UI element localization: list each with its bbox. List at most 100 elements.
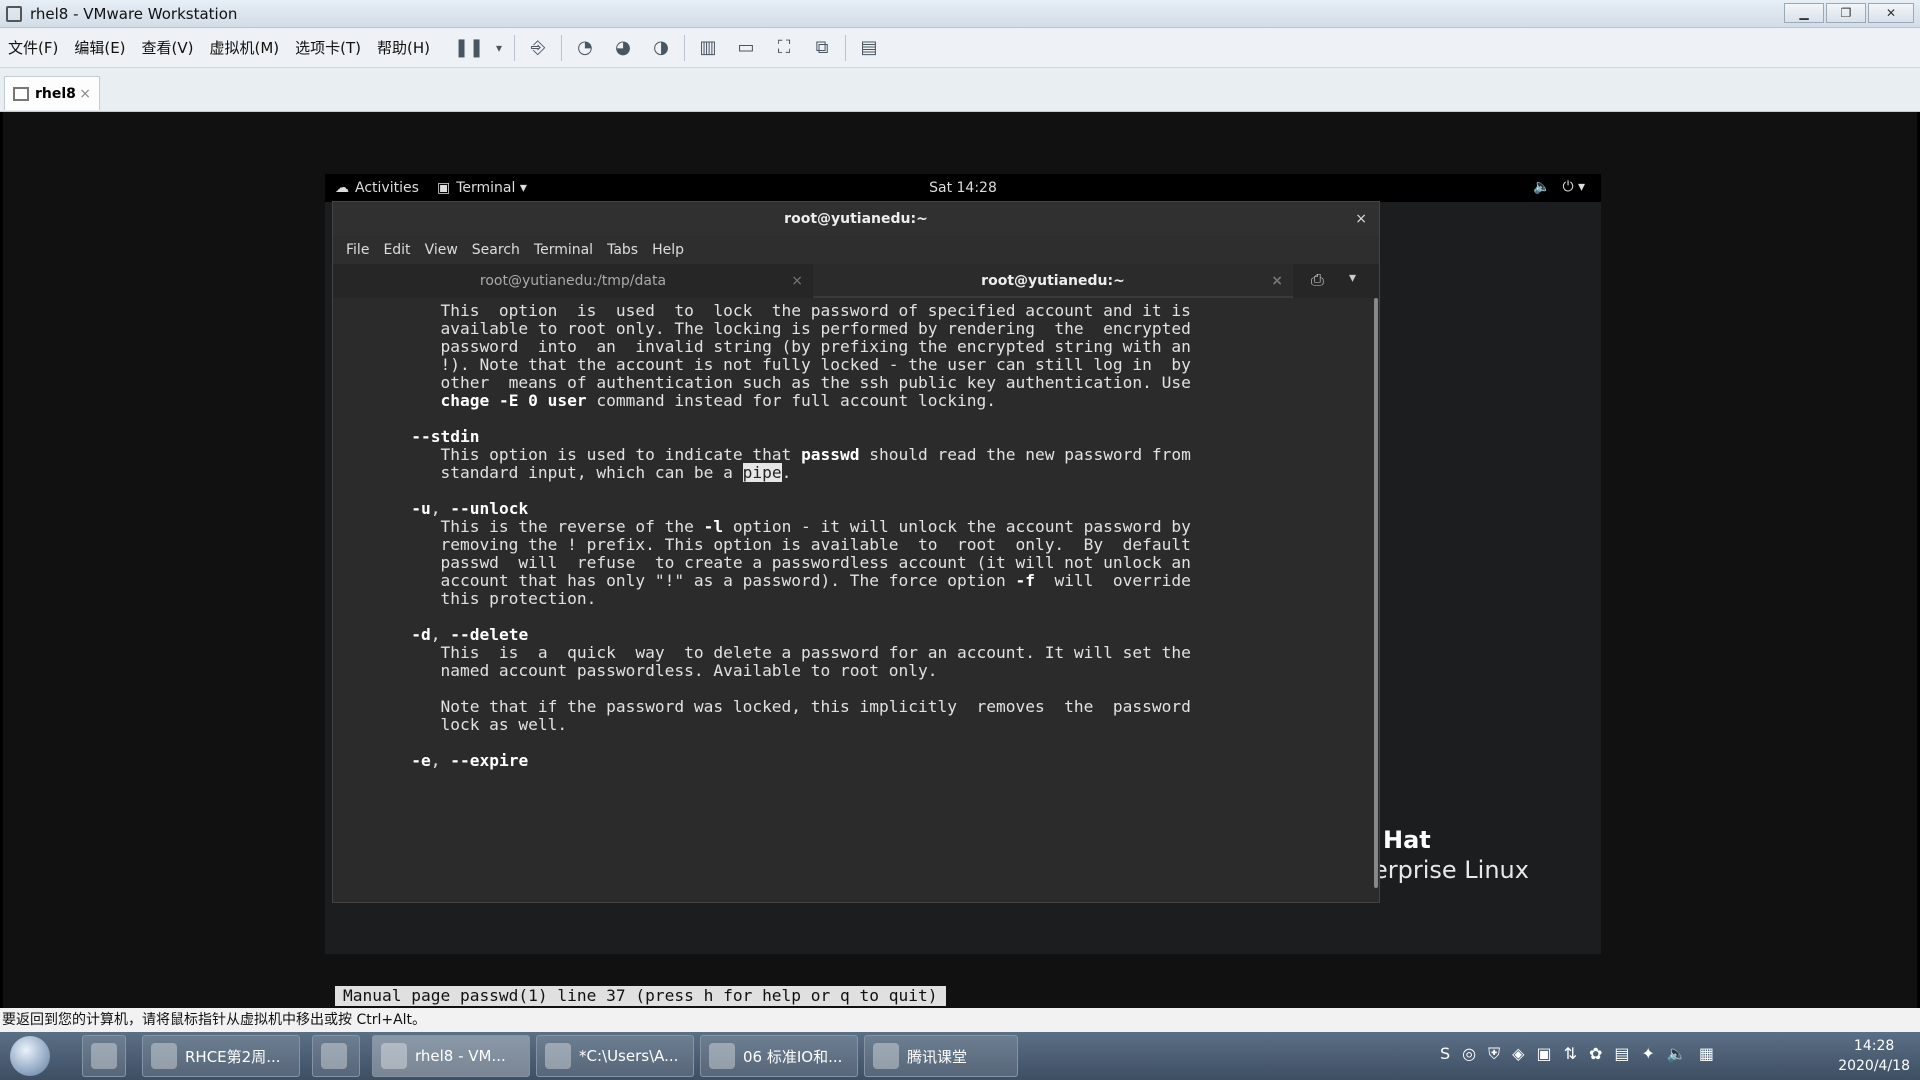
terminal-menu-tabs[interactable]: Tabs (600, 242, 645, 258)
menu-tabs[interactable]: 选项卡(T) (287, 37, 369, 58)
terminal-line: This is a quick way to delete a password… (343, 643, 1191, 662)
bluetooth-icon[interactable]: ✦ (1642, 1044, 1655, 1064)
menu-vm[interactable]: 虚拟机(M) (202, 37, 288, 58)
terminal-text: will override (1034, 571, 1191, 590)
terminal-tab-close-icon[interactable]: × (1271, 264, 1283, 298)
vm-tab-rhel8[interactable]: rhel8 × (4, 76, 100, 110)
scrollbar-thumb[interactable] (1374, 298, 1378, 888)
terminal-window: root@yutianedu:~ × File Edit View Search… (333, 202, 1379, 1006)
terminal-menu-edit[interactable]: Edit (376, 242, 417, 258)
redhat-logo-text: Hat (1383, 826, 1431, 854)
tray-app-icon[interactable]: ✿ (1589, 1044, 1602, 1064)
search-highlight: pipe (742, 463, 782, 482)
terminal-menu-view[interactable]: View (418, 242, 465, 258)
terminal-text: Note that if the password was locked, th… (343, 697, 1191, 716)
snapshot-icon[interactable]: ◔ (570, 35, 600, 61)
chat-icon (91, 1043, 117, 1069)
terminal-line: lock as well. (343, 716, 567, 734)
terminal-text: -u (411, 499, 431, 518)
network-icon[interactable]: ⇅ (1564, 1044, 1577, 1064)
console-view-icon[interactable]: ▤ (854, 35, 884, 61)
terminal-text: -d (411, 625, 431, 644)
gnome-clock[interactable]: Sat 14:28 (325, 180, 1601, 196)
taskbar-time: 14:28 (1853, 1038, 1895, 1054)
terminal-menu-help[interactable]: Help (645, 242, 691, 258)
system-tray: S ◎ ⛨ ◈ ▣ ⇅ ✿ ▤ ✦ 🔈 ▦ (1440, 1044, 1714, 1064)
toolbar-separator (561, 34, 563, 61)
taskbar-pinned-chat-icon[interactable] (82, 1035, 126, 1077)
tray-app-icon[interactable]: ▤ (1614, 1044, 1629, 1064)
taskbar-button-label: rhel8 - VM... (415, 1047, 506, 1065)
taskbar-clock[interactable]: 14:28 2020/4/18 (1838, 1036, 1910, 1076)
taskbar-button-label: 06 标准IO和... (743, 1047, 843, 1066)
close-button[interactable]: ✕ (1868, 3, 1914, 23)
minimize-button[interactable]: ▁ (1784, 3, 1824, 23)
restore-button[interactable]: ❐ (1826, 3, 1866, 23)
taskbar-button-editor[interactable]: *C:\Users\A... (536, 1035, 694, 1077)
vm-tab-strip: rhel8 × (0, 68, 1920, 112)
volume-icon[interactable]: 🔈 (1667, 1044, 1687, 1064)
terminal-tab-home[interactable]: root@yutianedu:~ × (813, 264, 1293, 298)
start-orb-icon[interactable] (10, 1036, 50, 1076)
windows-taskbar: RHCE第2周... rhel8 - VM... *C:\Users\A... … (0, 1032, 1920, 1080)
terminal-text: passwd (801, 445, 860, 464)
toolbar-separator (514, 34, 516, 61)
terminal-tabbar: root@yutianedu:/tmp/data × root@yutianed… (333, 264, 1379, 298)
terminal-text: This option is used to lock the password… (343, 301, 1191, 320)
vm-tab-close-icon[interactable]: × (79, 86, 91, 102)
taskbar-button-word[interactable]: 06 标准IO和... (700, 1035, 858, 1077)
terminal-line: Note that if the password was locked, th… (343, 697, 1191, 716)
editor-icon (545, 1043, 571, 1069)
terminal-tab-label: root@yutianedu:/tmp/data (479, 273, 667, 289)
menu-view[interactable]: 查看(V) (134, 37, 202, 58)
terminal-text: This is a quick way to delete a password… (343, 643, 1191, 662)
terminal-menu-terminal[interactable]: Terminal (527, 242, 600, 258)
terminal-scrollbar[interactable] (1373, 298, 1379, 902)
taskbar-pinned-s-icon[interactable] (312, 1035, 360, 1077)
menu-edit[interactable]: 编辑(E) (66, 37, 133, 58)
terminal-line: chage -E 0 user command instead for full… (343, 392, 996, 410)
send-ctrl-alt-del-icon[interactable]: ⎆ (523, 35, 553, 61)
menu-file[interactable]: 文件(F) (0, 37, 66, 58)
thumbnail-view-icon[interactable]: ▭ (731, 35, 761, 61)
terminal-line: !). Note that the account is not fully l… (343, 356, 1190, 374)
system-menu[interactable]: 🔈 ⏻ ▾ (1533, 179, 1585, 195)
revert-snapshot-icon[interactable]: ◕ (608, 35, 638, 61)
taskbar-button-tencent-classroom[interactable]: 腾讯课堂 (864, 1035, 1018, 1077)
sogou-icon[interactable]: S (1440, 1044, 1450, 1064)
terminal-tab-close-icon[interactable]: × (791, 264, 803, 298)
terminal-tab-tmp-data[interactable]: root@yutianedu:/tmp/data × (333, 264, 813, 298)
display-icon[interactable]: ▦ (1699, 1044, 1714, 1064)
window-titlebar: rhel8 - VMware Workstation ▁ ❐ ✕ (0, 0, 1920, 28)
new-tab-icon[interactable]: ⎙ (1311, 270, 1324, 290)
taskbar-button-rhce[interactable]: RHCE第2周... (142, 1035, 300, 1077)
library-view-icon[interactable]: ▥ (693, 35, 723, 61)
terminal-text: lock as well. (343, 715, 568, 734)
taskbar-date: 2020/4/18 (1838, 1058, 1910, 1074)
taskbar-button-vmware[interactable]: rhel8 - VM... (372, 1035, 530, 1077)
tray-app-icon[interactable]: ◎ (1462, 1044, 1476, 1064)
terminal-menu-file[interactable]: File (339, 242, 376, 258)
terminal-menu-search[interactable]: Search (465, 242, 527, 258)
tabs-menu-chevron-icon[interactable]: ▾ (1349, 270, 1356, 286)
tray-app-icon[interactable]: ▣ (1536, 1044, 1551, 1064)
vm-display[interactable]: Hat erprise Linux ☁ Activities ▣ Termina… (0, 112, 1920, 1008)
snapshot-manager-icon[interactable]: ◑ (646, 35, 676, 61)
pause-icon[interactable]: ❚❚ (454, 35, 484, 61)
terminal-close-icon[interactable]: × (1355, 202, 1367, 236)
terminal-text: -l (703, 517, 724, 536)
redhat-logo-subtext: erprise Linux (1373, 856, 1529, 884)
terminal-line: This is the reverse of the -l option - i… (343, 517, 1190, 536)
terminal-output[interactable]: This option is used to lock the password… (333, 298, 1371, 902)
fullscreen-icon[interactable]: ⛶ (769, 35, 799, 61)
unity-icon[interactable]: ⧉ (807, 35, 837, 61)
terminal-text: , (430, 751, 451, 770)
dropdown-chevron-icon[interactable]: ▾ (492, 35, 506, 61)
word-icon (709, 1043, 735, 1069)
terminal-text: --delete (450, 625, 529, 644)
tray-app-icon[interactable]: ◈ (1512, 1044, 1524, 1064)
shield-icon[interactable]: ⛨ (1488, 1044, 1500, 1064)
menu-help[interactable]: 帮助(H) (369, 37, 438, 58)
